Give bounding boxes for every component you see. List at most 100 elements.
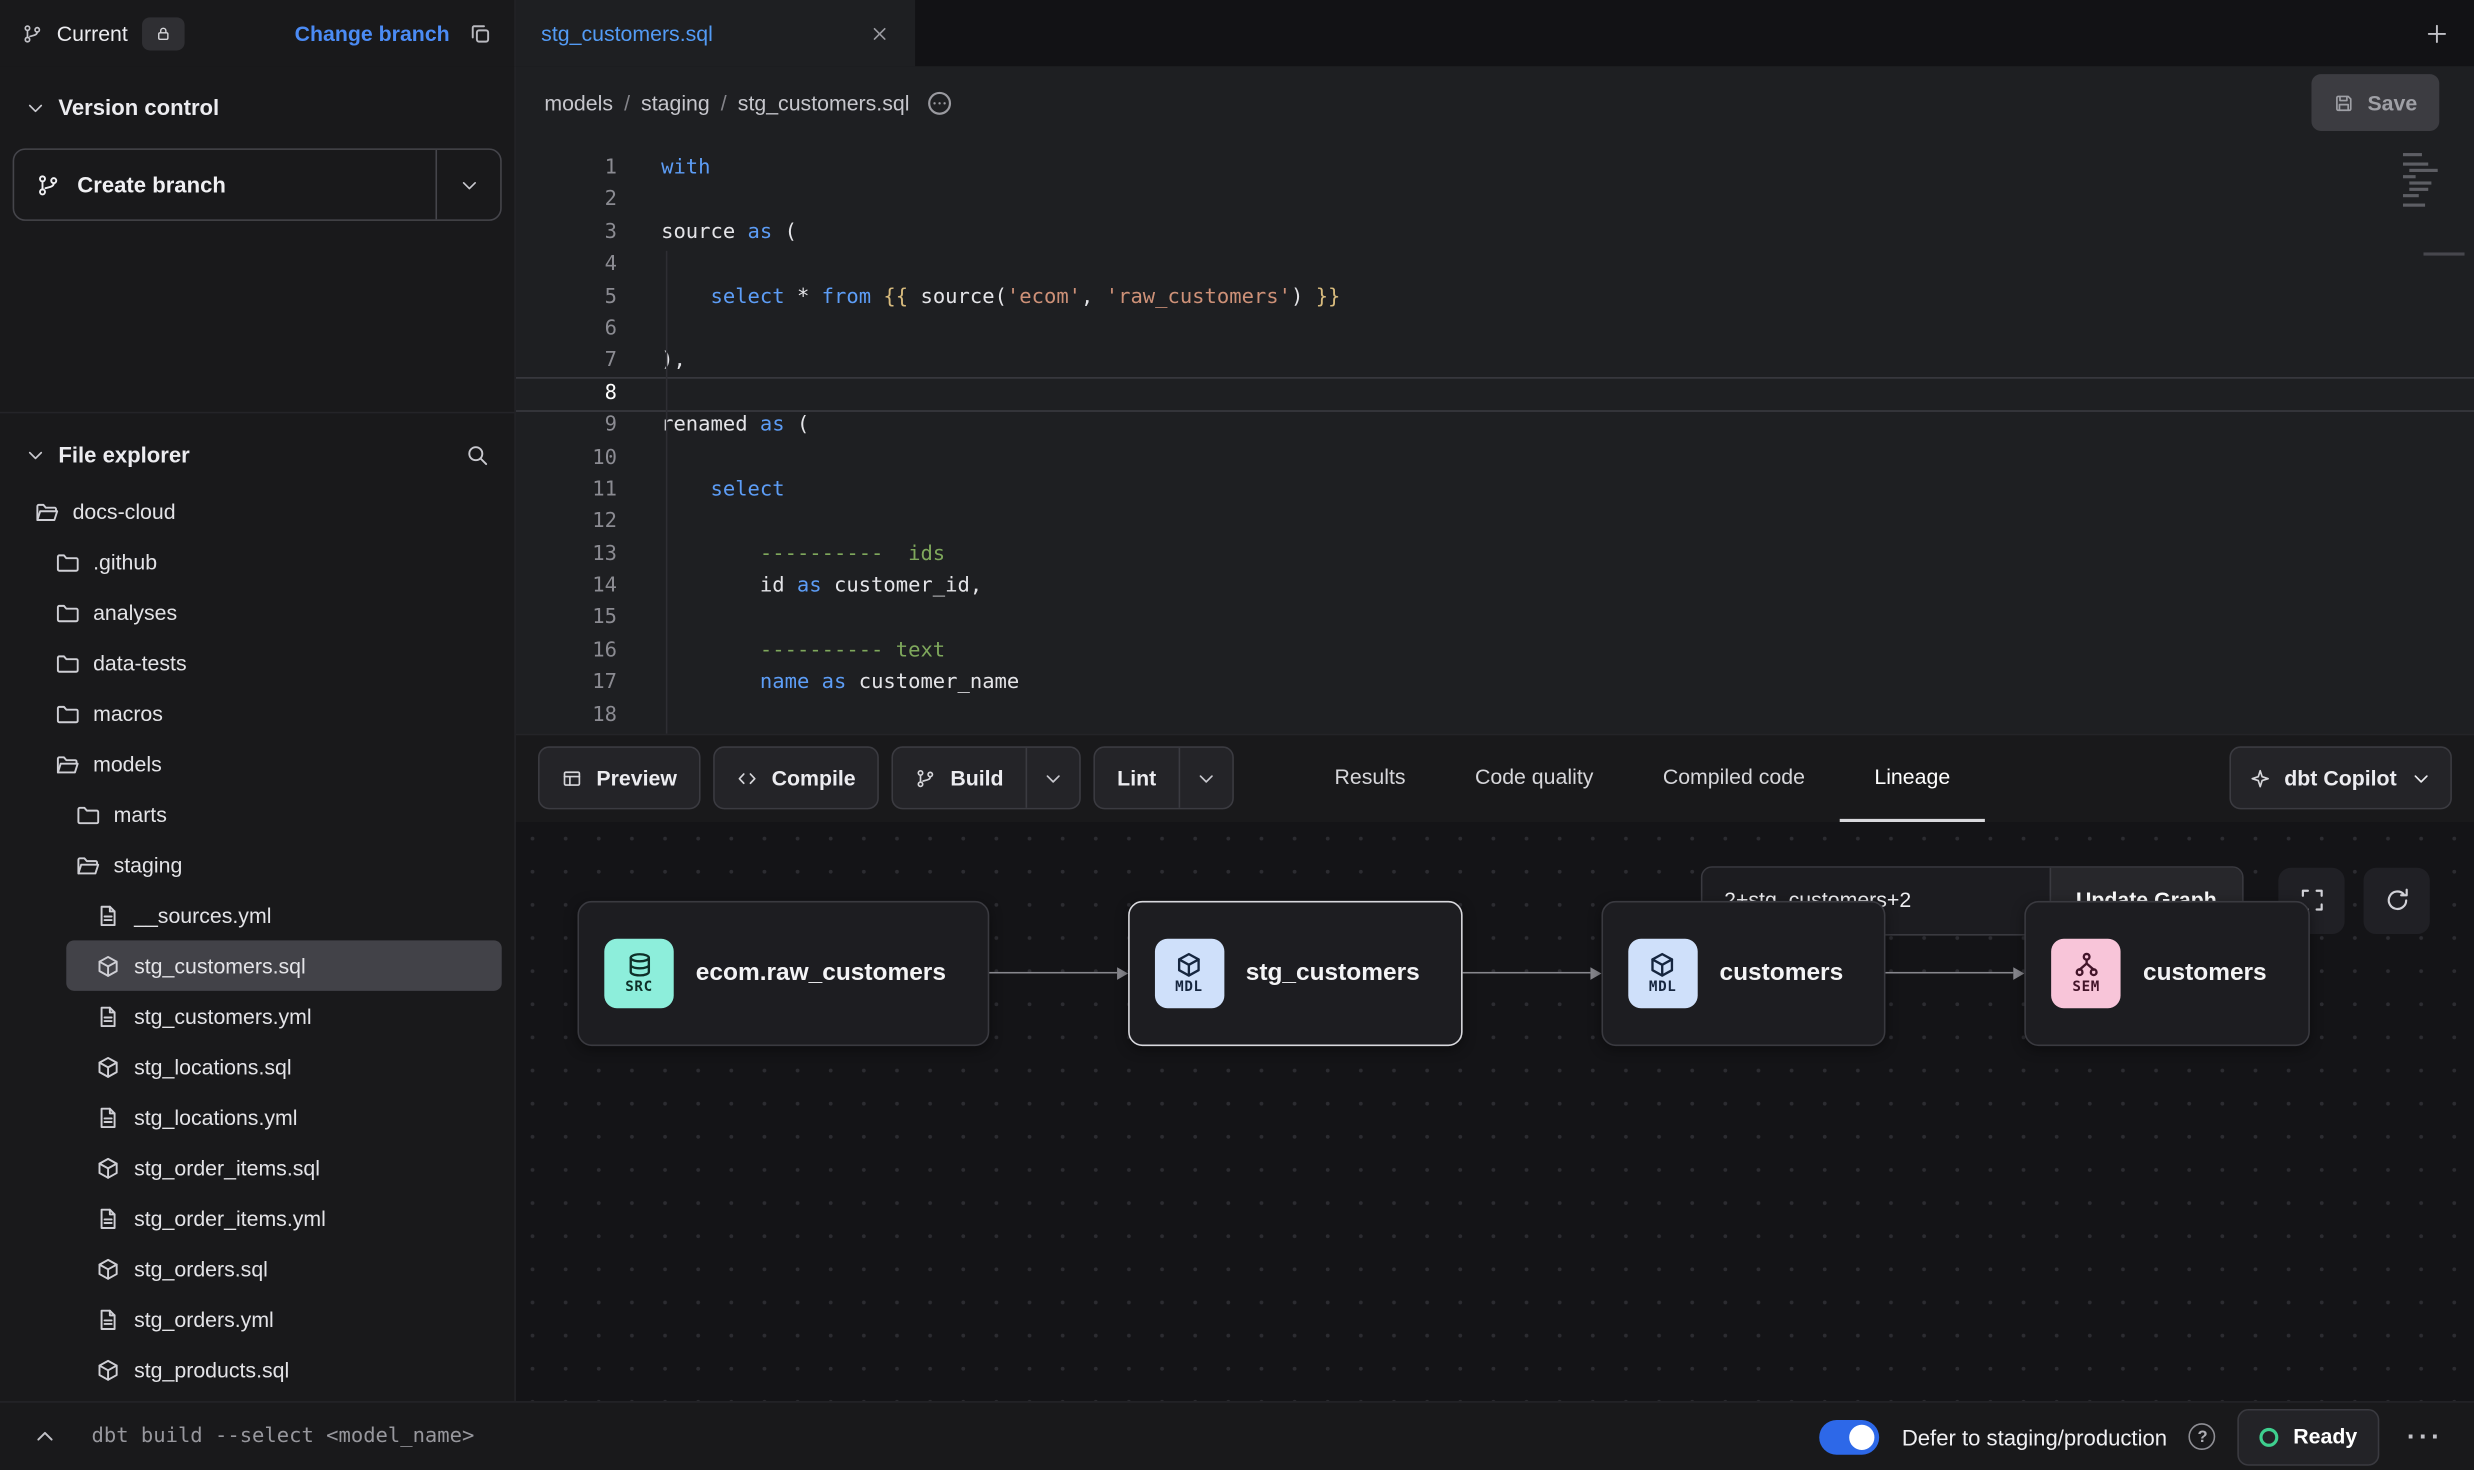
create-branch-button[interactable]: Create branch [13,148,502,221]
code-line-15[interactable]: 15 [516,603,2474,635]
minimap[interactable] [2401,151,2448,214]
file-tree-item-sources-yml[interactable]: __sources.yml [13,890,502,940]
defer-label: Defer to staging/production [1902,1424,2167,1449]
panel-tab-compiled-code[interactable]: Compiled code [1628,734,1840,821]
file-tree-item-data-tests[interactable]: data-tests [13,637,502,687]
top-bar: Current Change branch stg_customers.sql [0,0,2474,66]
create-branch-main[interactable]: Create branch [14,150,435,219]
minimap-slider[interactable] [2424,252,2465,255]
folder-open-icon [55,752,79,776]
code-line-19[interactable]: 19 from source [516,732,2474,733]
line-number: 10 [516,443,661,475]
file-tree-item-stg-customers-yml[interactable]: stg_customers.yml [13,991,502,1041]
code-line-7[interactable]: 7), [516,346,2474,378]
file-options-icon[interactable] [927,89,954,116]
file-tree-item-stg-order-items-sql[interactable]: stg_order_items.sql [13,1142,502,1192]
save-icon [2334,92,2355,113]
file-name: docs-cloud [73,499,176,523]
preview-button[interactable]: Preview [538,746,701,809]
file-tree-item-marts[interactable]: marts [13,789,502,839]
refresh-button[interactable] [2364,867,2430,933]
lint-button[interactable]: Lint [1094,746,1234,809]
defer-toggle[interactable] [1820,1419,1880,1454]
dbt-cloud-ide: Current Change branch stg_customers.sql … [0,0,2474,1470]
git-branch-icon [36,173,60,197]
code-line-11[interactable]: 11 select [516,475,2474,507]
build-label: Build [950,766,1003,790]
code-line-9[interactable]: 9renamed as ( [516,410,2474,442]
code-editor[interactable]: 1with23source as (45 select * from {{ so… [516,139,2474,733]
code-line-6[interactable]: 6 [516,314,2474,346]
file-tree-item-docs-cloud[interactable]: docs-cloud [13,486,502,536]
code-line-1[interactable]: 1with [516,153,2474,185]
model-cube-icon [96,1257,120,1281]
file-tree-item-stg-customers-sql[interactable]: stg_customers.sql [66,940,501,990]
code-lines: 1with23source as (45 select * from {{ so… [516,153,2474,733]
chevron-down-icon[interactable] [25,97,46,118]
close-tab-icon[interactable] [869,23,890,44]
code-line-18[interactable]: 18 [516,700,2474,732]
line-number: 1 [516,153,661,185]
file-tree-item-analyses[interactable]: analyses [13,587,502,637]
code-line-14[interactable]: 14 id as customer_id, [516,571,2474,603]
lineage-node-mdl-customers[interactable]: MDLcustomers [1601,900,1886,1045]
code-line-3[interactable]: 3source as ( [516,217,2474,249]
preview-label: Preview [596,766,677,790]
file-name: stg_order_items.sql [134,1156,320,1180]
chevron-down-icon [1043,768,1064,789]
tab-stg-customers-sql[interactable]: stg_customers.sql [516,0,915,66]
file-tree-item-staging[interactable]: staging [13,839,502,889]
code-line-17[interactable]: 17 name as customer_name [516,668,2474,700]
lineage-node-mdl-stg-customers[interactable]: MDLstg_customers [1127,900,1462,1045]
ready-status-button[interactable]: Ready [2238,1408,2379,1465]
lint-dropdown[interactable] [1178,748,1232,808]
action-buttons: Preview Compile Build [538,734,1234,821]
code-line-13[interactable]: 13 ---------- ids [516,539,2474,571]
folder-icon [55,550,79,574]
code-line-5[interactable]: 5 select * from {{ source('ecom', 'raw_c… [516,282,2474,314]
node-label: customers [2143,959,2267,987]
code-line-2[interactable]: 2 [516,185,2474,217]
command-bar[interactable]: dbt build --select <model_name> [92,1425,475,1449]
file-tree-item-stg-orders-yml[interactable]: stg_orders.yml [13,1294,502,1344]
build-button[interactable]: Build [892,746,1081,809]
file-tree-item-github[interactable]: .github [13,536,502,586]
save-button[interactable]: Save [2312,74,2439,131]
file-tree-item-stg-order-items-yml[interactable]: stg_order_items.yml [13,1193,502,1243]
panel-tab-results[interactable]: Results [1300,734,1440,821]
version-control-header[interactable]: Version control [13,85,502,129]
file-tree-item-stg-orders-sql[interactable]: stg_orders.sql [13,1243,502,1293]
model-cube-icon [1176,951,1203,978]
branch-lock-badge [142,17,185,50]
create-branch-dropdown[interactable] [435,150,500,219]
file-tree-item-stg-locations-sql[interactable]: stg_locations.sql [13,1041,502,1091]
search-icon[interactable] [465,443,489,467]
help-icon[interactable]: ? [2189,1423,2216,1450]
chevron-up-icon[interactable] [25,1425,63,1449]
folder-open-icon [35,499,59,523]
code-line-8[interactable]: 8 [516,377,2474,412]
chevron-down-icon[interactable] [25,444,46,465]
panel-tab-code-quality[interactable]: Code quality [1440,734,1628,821]
file-tree-item-stg-locations-yml[interactable]: stg_locations.yml [13,1092,502,1142]
file-explorer-header[interactable]: File explorer [13,432,502,476]
build-dropdown[interactable] [1026,748,1080,808]
change-branch-link[interactable]: Change branch [295,21,450,45]
copy-branch-icon[interactable] [469,21,493,45]
code-line-16[interactable]: 16 ---------- text [516,636,2474,668]
lineage-node-src-ecom-raw-customers[interactable]: SRCecom.raw_customers [577,900,988,1045]
new-tab-button[interactable] [2398,0,2474,66]
line-number: 12 [516,507,661,539]
file-tree-item-macros[interactable]: macros [13,688,502,738]
code-line-10[interactable]: 10 [516,443,2474,475]
breadcrumb-part-stg-customers-sql: stg_customers.sql [738,91,910,115]
compile-button[interactable]: Compile [713,746,879,809]
ellipsis-menu-button[interactable]: ··· [2401,1421,2448,1453]
lineage-node-sem-customers[interactable]: SEMcustomers [2025,900,2310,1045]
file-tree-item-stg-products-sql[interactable]: stg_products.sql [13,1344,502,1394]
dbt-copilot-button[interactable]: dbt Copilot [2229,746,2452,809]
code-line-4[interactable]: 4 [516,250,2474,282]
file-tree-item-models[interactable]: models [13,738,502,788]
code-line-12[interactable]: 12 [516,507,2474,539]
panel-tab-lineage[interactable]: Lineage [1840,734,1985,821]
